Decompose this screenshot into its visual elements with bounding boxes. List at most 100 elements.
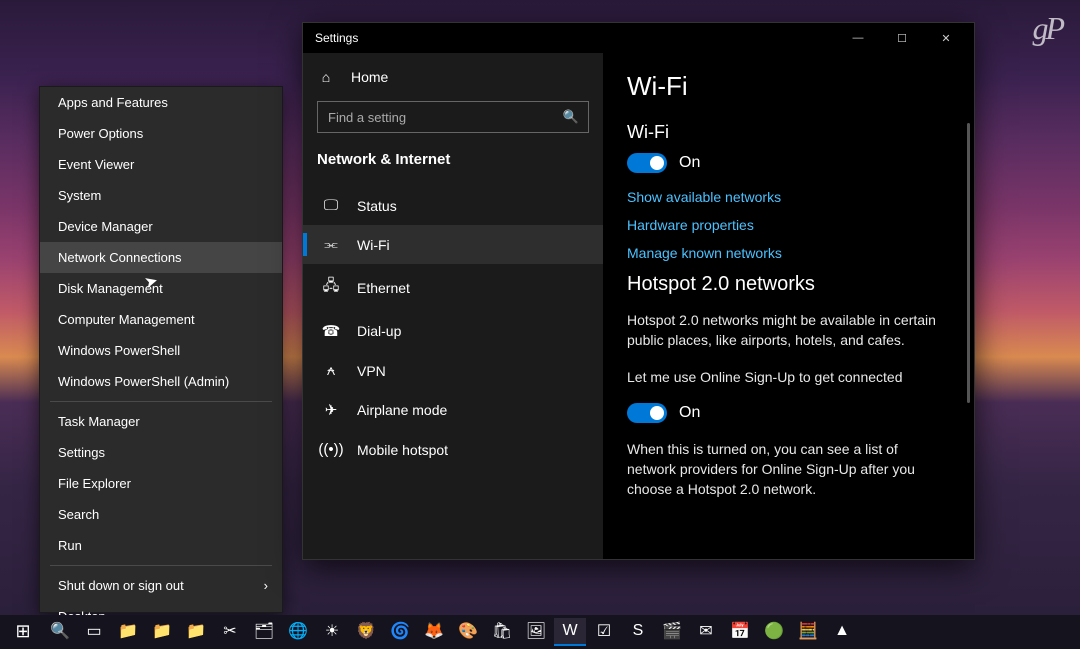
taskbar-movies[interactable]: 🎬: [656, 618, 688, 646]
hotspot-heading: Hotspot 2.0 networks: [627, 273, 950, 296]
taskbar-snip[interactable]: ✂: [214, 618, 246, 646]
hotspot-toggle-label: Let me use Online Sign-Up to get connect…: [627, 367, 950, 387]
nav-item-airplane-mode[interactable]: ✈ Airplane mode: [303, 390, 603, 430]
nav-item-label: Mobile hotspot: [357, 442, 448, 458]
nav-item-label: Wi-Fi: [357, 237, 390, 253]
nav-item-status[interactable]: 🖵 Status: [303, 186, 603, 225]
search-input[interactable]: [317, 101, 589, 133]
nav-item-label: Ethernet: [357, 280, 410, 296]
wifi-toggle-row: On: [627, 153, 950, 173]
taskbar-photos[interactable]: 🖼: [520, 618, 552, 646]
taskbar-firefox[interactable]: 🦊: [418, 618, 450, 646]
page-title: Wi-Fi: [627, 71, 950, 102]
nav-item-vpn[interactable]: ⍲ VPN: [303, 351, 603, 390]
status-icon: 🖵: [321, 197, 341, 214]
watermark-logo: gP: [1032, 10, 1062, 47]
taskbar-folder2[interactable]: 📁: [146, 618, 178, 646]
taskbar-vlc[interactable]: ▲: [826, 618, 858, 646]
taskbar-explorer[interactable]: 🗂: [248, 618, 280, 646]
winx-item[interactable]: Network Connections: [40, 242, 282, 273]
winx-group-2: Task ManagerSettingsFile ExplorerSearchR…: [40, 406, 282, 561]
taskbar-chrome[interactable]: 🌐: [282, 618, 314, 646]
wifi-heading: Wi-Fi: [627, 122, 950, 143]
scrollbar[interactable]: [967, 123, 970, 403]
taskbar-todo[interactable]: ☑: [588, 618, 620, 646]
taskbar-search[interactable]: 🔍: [44, 618, 76, 646]
content-link[interactable]: Manage known networks: [627, 245, 950, 261]
nav-item-label: VPN: [357, 363, 386, 379]
taskbar-app1[interactable]: 🎨: [452, 618, 484, 646]
settings-window: Settings — ☐ ✕ ⌂ Home 🔍 Network & Intern…: [302, 22, 975, 560]
taskbar-edge[interactable]: 🌀: [384, 618, 416, 646]
taskbar-folder1[interactable]: 📁: [112, 618, 144, 646]
winx-item[interactable]: Run: [40, 530, 282, 561]
winx-item[interactable]: Device Manager: [40, 211, 282, 242]
search-wrap: 🔍: [317, 101, 589, 133]
wifi-toggle[interactable]: [627, 153, 667, 173]
nav-item-label: Airplane mode: [357, 402, 447, 418]
hotspot-toggle[interactable]: [627, 403, 667, 423]
taskbar-calc[interactable]: 🧮: [792, 618, 824, 646]
content-link[interactable]: Hardware properties: [627, 217, 950, 233]
vpn-icon: ⍲: [321, 362, 341, 379]
taskbar-sway[interactable]: S: [622, 618, 654, 646]
wifi-icon: ⫘: [321, 236, 341, 253]
home-icon: ⌂: [317, 69, 335, 85]
content-link[interactable]: Show available networks: [627, 189, 950, 205]
menu-separator: [50, 401, 272, 402]
winx-menu: Apps and FeaturesPower OptionsEvent View…: [39, 86, 283, 613]
search-icon: 🔍: [563, 109, 579, 125]
settings-nav: ⌂ Home 🔍 Network & Internet 🖵 Status ⫘ Wi-F…: [303, 53, 603, 559]
winx-item[interactable]: Event Viewer: [40, 149, 282, 180]
winx-item[interactable]: Apps and Features: [40, 87, 282, 118]
airplane-icon: ✈: [321, 401, 341, 419]
winx-item[interactable]: Task Manager: [40, 406, 282, 437]
window-title: Settings: [315, 31, 358, 45]
menu-separator: [50, 565, 272, 566]
ethernet-icon: 🖧: [321, 275, 341, 300]
winx-item[interactable]: Windows PowerShell (Admin): [40, 366, 282, 397]
winx-item[interactable]: File Explorer: [40, 468, 282, 499]
taskbar-start[interactable]: ⊞: [4, 618, 42, 646]
nav-category-heading: Network & Internet: [303, 147, 603, 186]
nav-item-label: Status: [357, 198, 397, 214]
taskbar-vpnstatus[interactable]: 🟢: [758, 618, 790, 646]
titlebar[interactable]: Settings — ☐ ✕: [303, 23, 974, 53]
nav-item-mobile-hotspot[interactable]: ((•)) Mobile hotspot: [303, 430, 603, 469]
taskbar-brave[interactable]: 🦁: [350, 618, 382, 646]
hotspot-toggle-state: On: [679, 404, 700, 422]
nav-item-ethernet[interactable]: 🖧 Ethernet: [303, 264, 603, 311]
dialup-icon: ☎: [321, 322, 341, 340]
taskbar-mail[interactable]: ✉: [690, 618, 722, 646]
winx-item[interactable]: Computer Management: [40, 304, 282, 335]
nav-item-label: Dial-up: [357, 323, 401, 339]
minimize-button[interactable]: —: [836, 23, 880, 53]
taskbar-store[interactable]: 🛍: [486, 618, 518, 646]
maximize-button[interactable]: ☐: [880, 23, 924, 53]
taskbar-brightness[interactable]: ☀: [316, 618, 348, 646]
hotspot-desc: Hotspot 2.0 networks might be available …: [627, 310, 950, 351]
taskbar: ⊞🔍▭📁📁📁✂🗂🌐☀🦁🌀🦊🎨🛍🖼W☑S🎬✉📅🟢🧮▲: [0, 615, 1080, 649]
wifi-toggle-state: On: [679, 154, 700, 172]
taskbar-taskview[interactable]: ▭: [78, 618, 110, 646]
winx-item[interactable]: Windows PowerShell: [40, 335, 282, 366]
winx-item[interactable]: Shut down or sign out›: [40, 570, 282, 601]
winx-item[interactable]: Search: [40, 499, 282, 530]
hotspot-toggle-row: On: [627, 403, 950, 423]
hotspot-icon: ((•)): [321, 441, 341, 458]
settings-content: Wi-Fi Wi-Fi On Show available networks Ha…: [603, 53, 974, 559]
nav-item-dial-up[interactable]: ☎ Dial-up: [303, 311, 603, 351]
taskbar-folder3[interactable]: 📁: [180, 618, 212, 646]
winx-group-1: Apps and FeaturesPower OptionsEvent View…: [40, 87, 282, 397]
winx-item[interactable]: Power Options: [40, 118, 282, 149]
winx-item[interactable]: Settings: [40, 437, 282, 468]
nav-item-wi-fi[interactable]: ⫘ Wi-Fi: [303, 225, 603, 264]
winx-item[interactable]: System: [40, 180, 282, 211]
winx-item[interactable]: Disk Management: [40, 273, 282, 304]
taskbar-calendar[interactable]: 📅: [724, 618, 756, 646]
hotspot-desc2: When this is turned on, you can see a li…: [627, 439, 950, 500]
nav-home-label: Home: [351, 69, 388, 85]
close-button[interactable]: ✕: [924, 23, 968, 53]
nav-home[interactable]: ⌂ Home: [303, 63, 603, 91]
taskbar-word[interactable]: W: [554, 618, 586, 646]
